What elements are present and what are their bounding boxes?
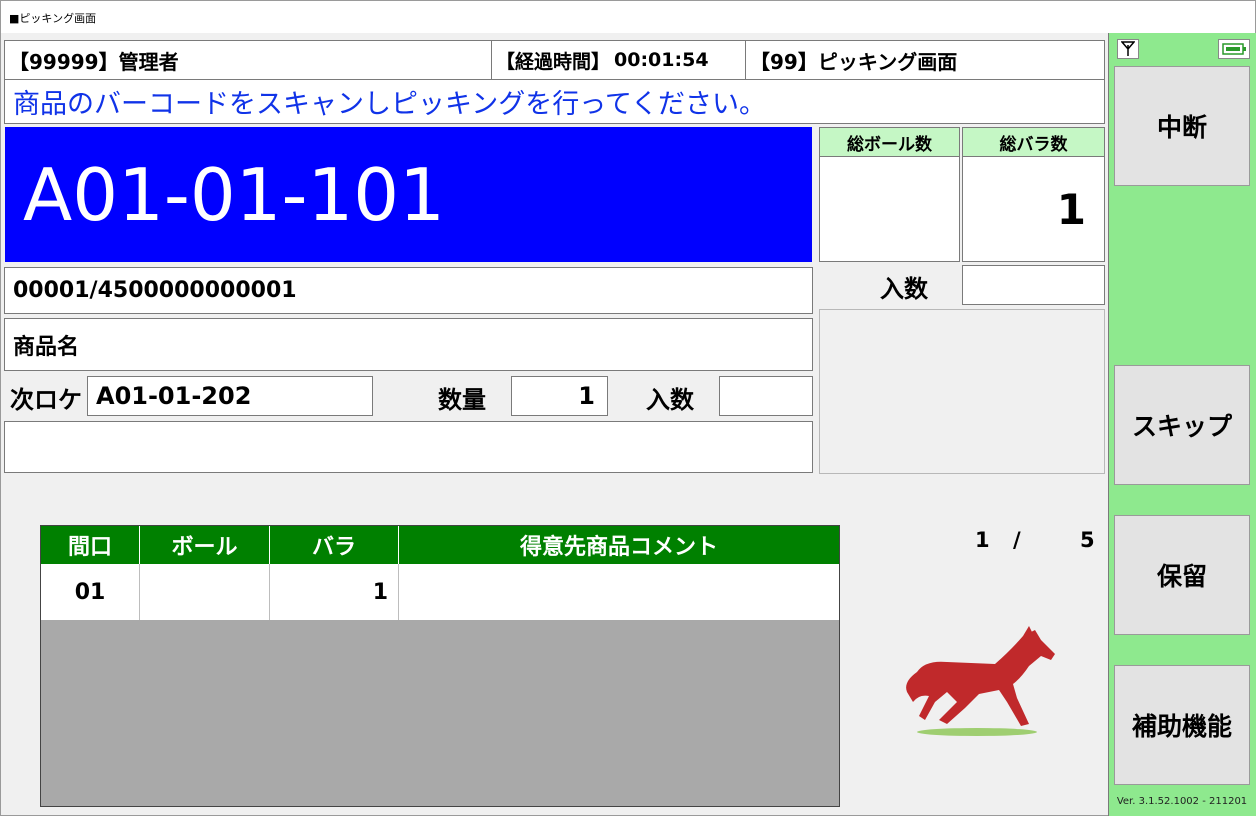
comment-field (4, 421, 813, 473)
irisu-label: 入数 (880, 274, 928, 303)
pager-separator: / (1013, 528, 1021, 552)
instruction-message: 商品のバーコードをスキャンしピッキングを行ってください。 (4, 79, 1105, 124)
row-comment[interactable] (399, 564, 839, 620)
quantity-label: 数量 (438, 385, 486, 414)
skip-button[interactable]: スキップ (1114, 365, 1250, 485)
window-title: ■ピッキング画面 (9, 12, 97, 25)
elapsed-value: 00:01:54 (614, 49, 709, 71)
screen-name: 【99】ピッキング画面 (745, 40, 1105, 80)
item-code: 00001/4500000000001 (4, 267, 813, 314)
item-irisu-value (719, 376, 813, 416)
horse-icon (895, 620, 1065, 740)
user-label: 【99999】管理者 (4, 40, 492, 80)
total-ball-label: 総ボール数 (819, 127, 960, 157)
pager-current: 1 (975, 528, 990, 552)
total-bara-label: 総バラ数 (962, 127, 1105, 157)
row-ball[interactable] (140, 564, 270, 620)
row-maguchi[interactable]: 01 (41, 564, 140, 620)
info-panel (819, 309, 1105, 474)
next-location-value: A01-01-202 (87, 376, 373, 416)
total-bara-value: 1 (962, 156, 1105, 262)
col-bara: バラ (270, 526, 399, 564)
quantity-value: 1 (511, 376, 608, 416)
col-ball: ボール (140, 526, 270, 564)
irisu-value (962, 265, 1105, 305)
elapsed-label: 【経過時間】 (496, 50, 611, 73)
version-label: Ver. 3.1.52.1002 - 211201 (1116, 796, 1248, 807)
interrupt-button[interactable]: 中断 (1114, 66, 1250, 186)
pager-total: 5 (1080, 528, 1095, 552)
antenna-icon (1117, 39, 1139, 59)
hold-button[interactable]: 保留 (1114, 515, 1250, 635)
location-display: A01-01-101 (5, 127, 812, 262)
assist-button[interactable]: 補助機能 (1114, 665, 1250, 785)
row-bara[interactable]: 1 (270, 564, 399, 620)
title-bar: ■ピッキング画面 (0, 0, 1256, 33)
col-maguchi: 間口 (41, 526, 140, 564)
total-ball-value (819, 156, 960, 262)
col-comment: 得意先商品コメント (399, 526, 839, 564)
next-location-label: 次ロケ (10, 385, 82, 414)
elapsed-time: 【経過時間】 00:01:54 (491, 40, 746, 80)
item-name: 商品名 (4, 318, 813, 371)
item-irisu-label: 入数 (646, 385, 694, 414)
battery-plug-icon (1218, 39, 1250, 59)
